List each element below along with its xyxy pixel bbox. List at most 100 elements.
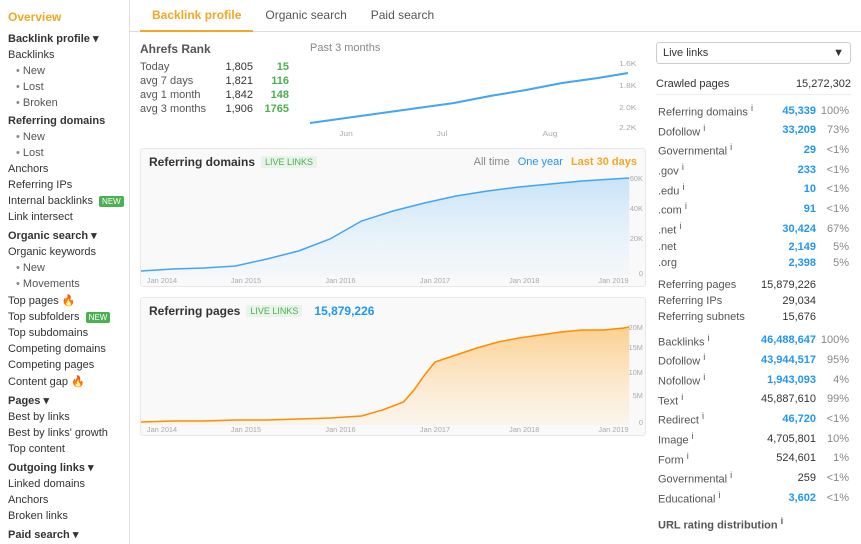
live-links-dropdown[interactable]: Live links ▼ [656,42,851,64]
referring-domains-title: Referring domains [149,155,255,169]
all-time-filter[interactable]: All time [474,156,510,168]
svg-text:5M: 5M [633,392,643,400]
sidebar-item-anchors[interactable]: Anchors [0,161,129,177]
rank-change-3months: 1765 [259,103,289,115]
sidebar-item-broken-links[interactable]: Broken links [0,508,129,524]
sidebar-item-referring-ips[interactable]: Referring IPs [0,177,129,193]
stat-val-dofollow: 33,209 [757,121,818,141]
sidebar-item-link-intersect[interactable]: Link intersect [0,209,129,225]
tab-backlink-profile[interactable]: Backlink profile [140,0,253,32]
sidebar-item-rd-new[interactable]: New [0,129,129,145]
right-panel: Live links ▼ Crawled pages 15,272,302 Re… [656,42,851,533]
stat-label-educational: Educational i [656,488,757,508]
stat-governmental2: Governmental i 259 <1% [656,468,851,488]
sidebar-item-top-subdomains[interactable]: Top subdomains [0,325,129,341]
sidebar-section-backlink-profile[interactable]: Backlink profile ▾ [0,28,129,47]
sidebar-item-competing-domains[interactable]: Competing domains [0,341,129,357]
ahrefs-rank-title: Ahrefs Rank [140,42,300,56]
stat-label-governmental2: Governmental i [656,468,757,488]
sidebar-section-referring-domains[interactable]: Referring domains [0,111,129,129]
stat-pct-text: 99% [818,390,851,410]
sidebar-item-outgoing-anchors[interactable]: Anchors [0,492,129,508]
sidebar-section-pages[interactable]: Pages ▾ [0,390,129,409]
svg-text:Jan 2018: Jan 2018 [509,426,539,434]
stat-pct-nofollow: 4% [818,370,851,390]
stat-url-rating: URL rating distribution i [656,514,851,534]
one-year-filter[interactable]: One year [518,156,563,168]
stat-label-governmental: Governmental i [656,140,757,160]
rank-val-1month: 1,842 [218,89,253,101]
svg-text:Jan 2016: Jan 2016 [325,426,355,434]
sidebar-item-rd-lost[interactable]: Lost [0,145,129,161]
stat-gov: .gov i 233 <1% [656,160,851,180]
sidebar-item-backlinks-lost[interactable]: Lost [0,79,129,95]
stat-pct-referring-subnets [818,309,851,325]
stat-pct-educational: <1% [818,488,851,508]
stat-pct-form: 1% [818,449,851,469]
rank-row-1month: avg 1 month 1,842 148 [140,88,300,102]
sidebar-section-paid-search[interactable]: Paid search ▾ [0,524,129,543]
rank-val-3months: 1,906 [218,103,253,115]
stat-net2: .net 2,149 5% [656,239,851,255]
referring-domains-chart-area: 60K 40K 20K 0 Jan 2014 Jan 2015 Jan 2016… [141,171,645,286]
sidebar-item-internal-backlinks[interactable]: Internal backlinks NEW [0,193,129,209]
rank-row-today: Today 1,805 15 [140,60,300,74]
svg-text:Jul: Jul [437,130,448,138]
stat-val-dofollow2: 43,944,517 [757,350,818,370]
sidebar-item-top-subfolders[interactable]: Top subfolders NEW [0,309,129,325]
sidebar-item-competing-pages[interactable]: Competing pages [0,357,129,373]
sidebar-item-backlinks-new[interactable]: New [0,63,129,79]
rank-label-today: Today [140,61,212,73]
stat-pct-dofollow: 73% [818,121,851,141]
sidebar-item-top-pages[interactable]: Top pages 🔥 [0,292,129,309]
stat-label-net: .net i [656,219,757,239]
stat-val-educational: 3,602 [757,488,818,508]
svg-text:0: 0 [639,270,643,278]
svg-text:2.0K: 2.0K [619,104,637,112]
stat-label-url-rating: URL rating distribution i [656,514,851,534]
stat-label-text: Text i [656,390,757,410]
stat-label-referring-subnets: Referring subnets [656,309,757,325]
stat-edu: .edu i 10 <1% [656,180,851,200]
stat-referring-pages: Referring pages 15,879,226 [656,277,851,293]
live-links-dropdown-section: Live links ▼ [656,42,851,64]
svg-text:20K: 20K [630,235,643,243]
stat-org: .org 2,398 5% [656,255,851,271]
sidebar-item-organic-keywords[interactable]: Organic keywords [0,244,129,260]
stat-label-dofollow: Dofollow i [656,121,757,141]
stat-referring-domains: Referring domains i 45,339 100% [656,101,851,121]
tab-paid-search[interactable]: Paid search [359,0,446,32]
sidebar-section-outgoing-links[interactable]: Outgoing links ▾ [0,457,129,476]
sidebar-item-top-content[interactable]: Top content [0,441,129,457]
sidebar-item-ok-new[interactable]: New [0,260,129,276]
sidebar-section-organic-search[interactable]: Organic search ▾ [0,225,129,244]
stat-val-referring-domains: 45,339 [757,101,818,121]
stat-label-redirect: Redirect i [656,409,757,429]
stat-val-gov: 233 [757,160,818,180]
sidebar-item-content-gap[interactable]: Content gap 🔥 [0,373,129,390]
referring-domains-header: Referring domains LIVE LINKS All time On… [141,149,645,171]
sidebar-item-best-by-links-growth[interactable]: Best by links' growth [0,425,129,441]
sidebar-item-backlinks[interactable]: Backlinks [0,47,129,63]
tab-organic-search[interactable]: Organic search [253,0,358,32]
sidebar-item-linked-domains[interactable]: Linked domains [0,476,129,492]
last-30-filter[interactable]: Last 30 days [571,156,637,168]
rank-label-3months: avg 3 months [140,103,212,115]
sidebar-item-ok-movements[interactable]: Movements [0,276,129,292]
stat-val-governmental2: 259 [757,468,818,488]
sidebar-item-backlinks-broken[interactable]: Broken [0,95,129,111]
sidebar-overview[interactable]: Overview [0,6,129,28]
stat-val-org: 2,398 [757,255,818,271]
stat-referring-subnets: Referring subnets 15,676 [656,309,851,325]
svg-text:Jan 2019: Jan 2019 [598,277,628,285]
rank-change-1month: 148 [259,89,289,101]
crawled-pages-label: Crawled pages [656,78,729,90]
stat-label-net2: .net [656,239,757,255]
svg-text:20M: 20M [629,324,643,332]
tabs-bar: Backlink profile Organic search Paid sea… [130,0,861,32]
svg-text:1.6K: 1.6K [619,60,637,68]
crawled-pages-row: Crawled pages 15,272,302 [656,74,851,95]
sidebar-item-best-by-links[interactable]: Best by links [0,409,129,425]
crawled-pages-value: 15,272,302 [796,78,851,90]
new-badge-2: NEW [86,312,111,323]
